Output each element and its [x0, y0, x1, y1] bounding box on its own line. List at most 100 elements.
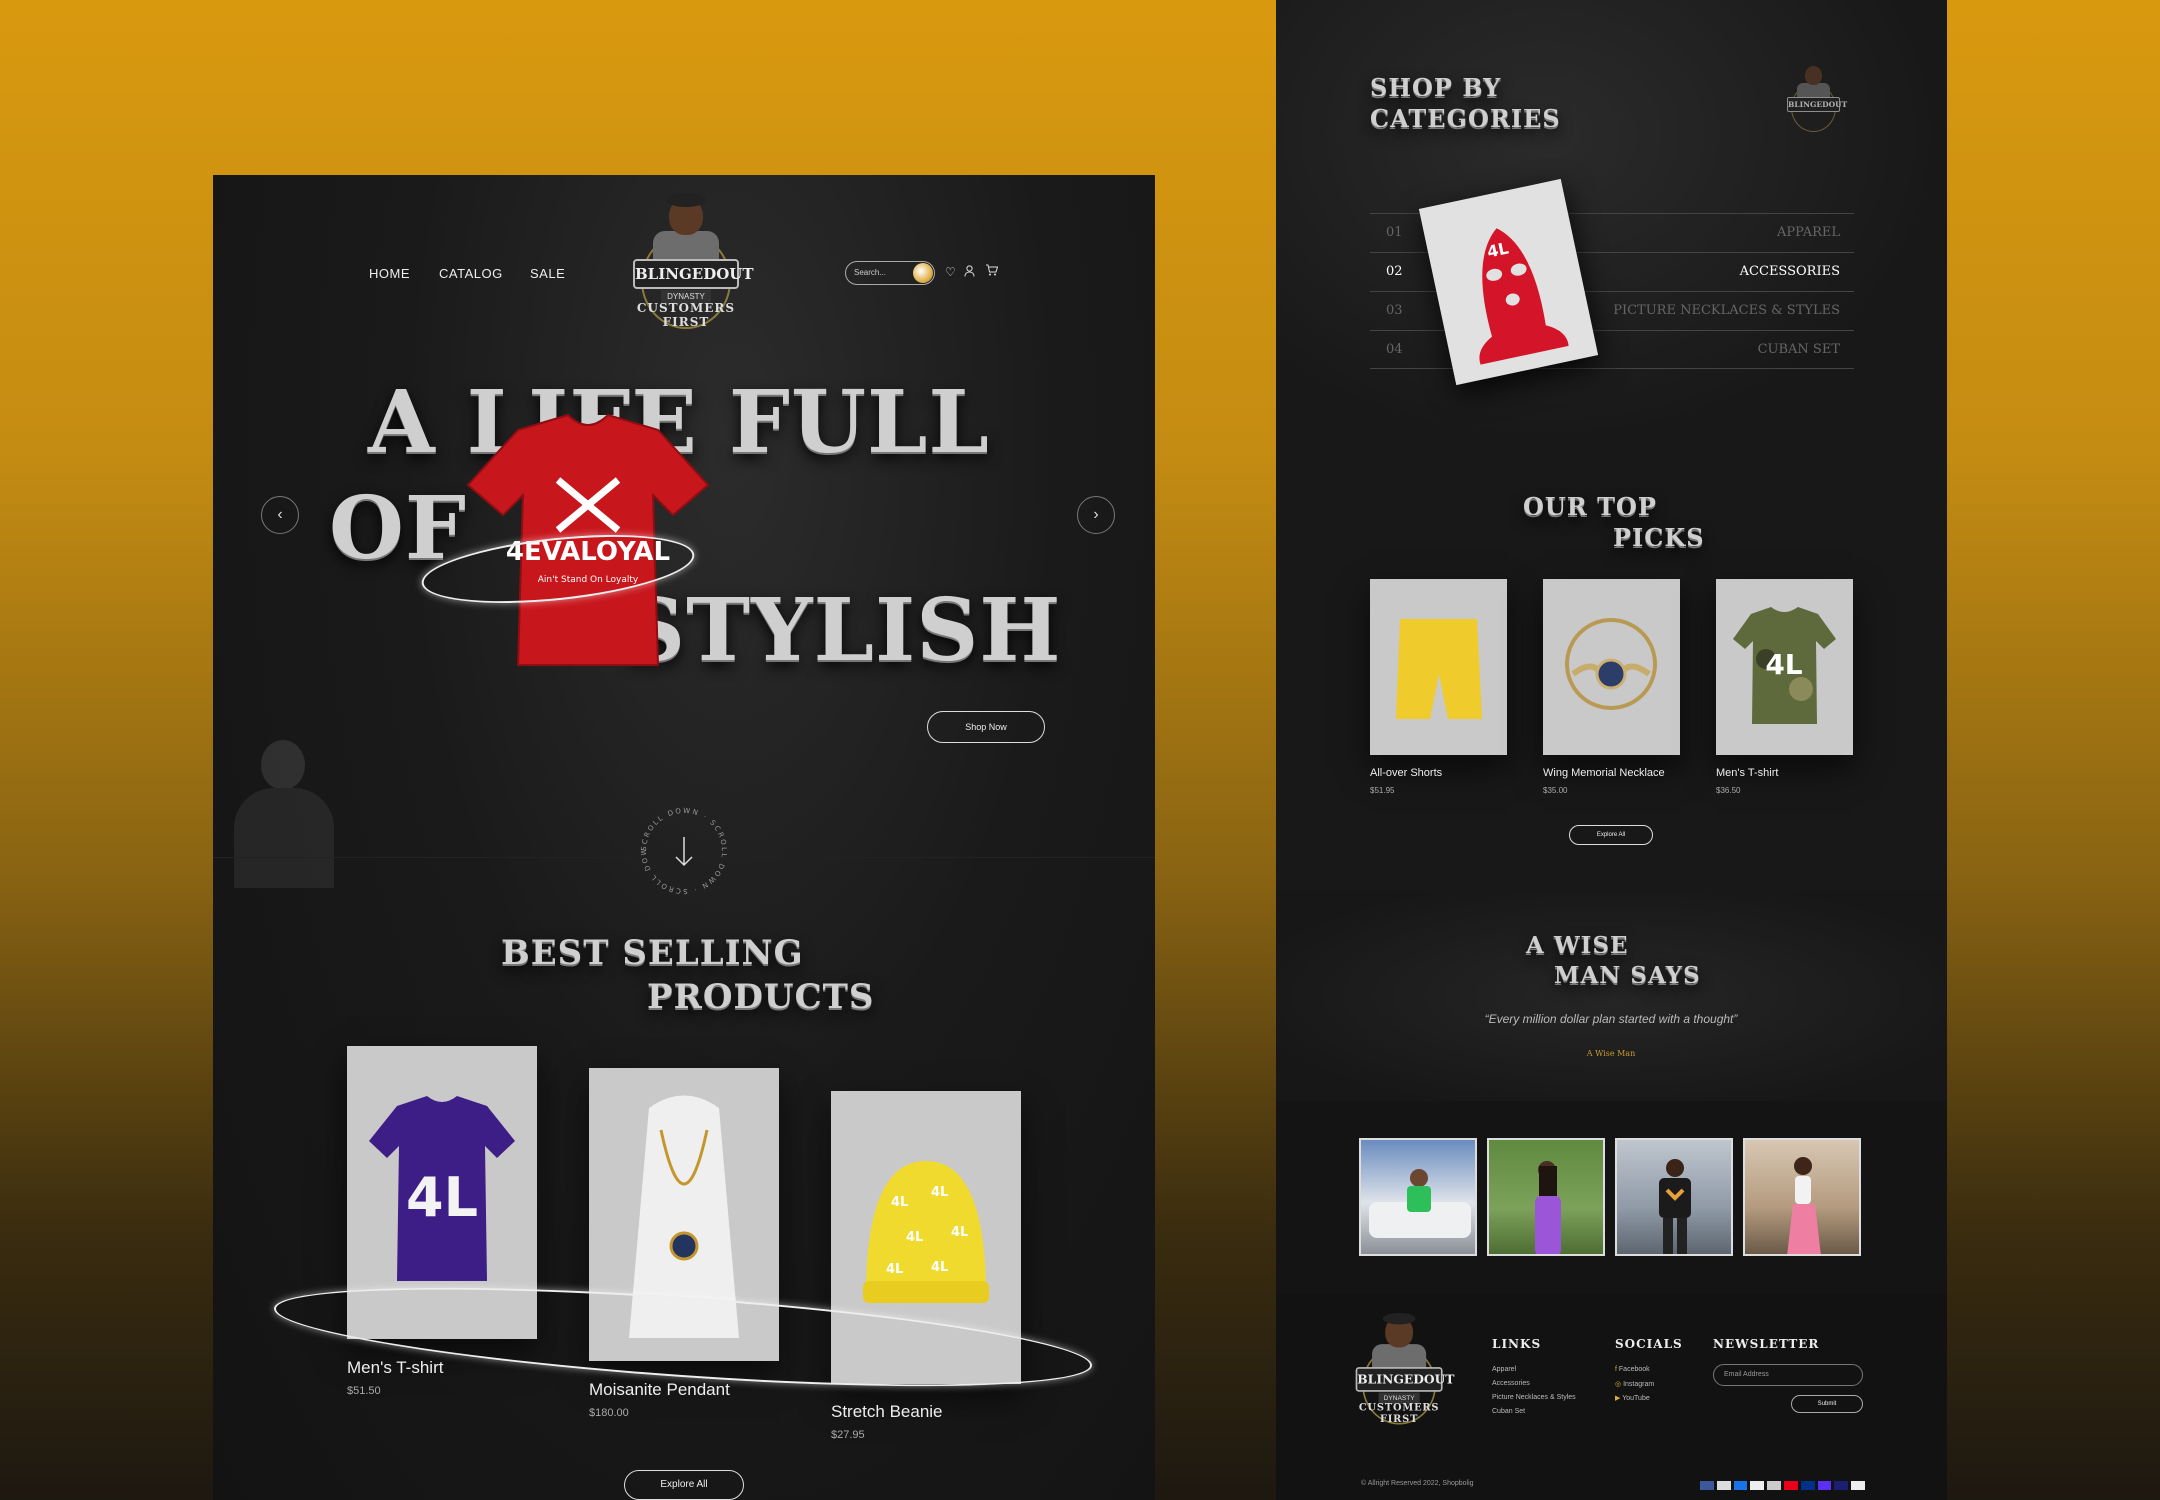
product-price: $51.50 — [347, 1385, 381, 1397]
top-pick-card-image[interactable] — [1543, 579, 1680, 755]
category-label: CUBAN SET — [1757, 342, 1840, 357]
svg-text:4L: 4L — [886, 1262, 903, 1277]
product-name[interactable]: Moisanite Pendant — [589, 1380, 730, 1400]
hero-prev-arrow-icon[interactable]: ‹ — [261, 496, 299, 534]
search-icon[interactable] — [913, 263, 933, 283]
hero-next-arrow-icon[interactable]: › — [1077, 496, 1115, 534]
footer-link-apparel[interactable]: Apparel — [1492, 1366, 1516, 1373]
gallery-photo-woman-purple — [1535, 1161, 1561, 1254]
best-selling-title-line2: PRODUCTS — [647, 977, 875, 1017]
payment-card-icon — [1700, 1481, 1714, 1490]
arrow-down-icon — [675, 837, 693, 867]
payment-card-icon — [1834, 1481, 1849, 1490]
category-number: 04 — [1386, 342, 1403, 357]
cart-icon[interactable] — [985, 264, 999, 279]
product-price: $27.95 — [831, 1429, 865, 1441]
top-pick-name[interactable]: Men's T-shirt — [1716, 767, 1778, 779]
top-pick-card-image[interactable] — [1370, 579, 1507, 755]
top-pick-price: $51.95 — [1370, 786, 1395, 795]
gallery-photo[interactable] — [1743, 1138, 1861, 1256]
background-figure-silhouette — [219, 730, 349, 890]
payment-card-icon — [1716, 1481, 1731, 1490]
newsletter-email-input[interactable]: Email Address — [1713, 1364, 1863, 1386]
category-number: 02 — [1386, 264, 1403, 279]
svg-text:4L: 4L — [931, 1260, 948, 1275]
yellow-shorts-image — [1396, 619, 1482, 719]
category-label: APPAREL — [1777, 225, 1840, 240]
payment-card-icon — [1733, 1481, 1748, 1490]
category-number: 03 — [1386, 303, 1403, 318]
svg-text:4L: 4L — [951, 1225, 968, 1240]
logo-wordmark: BLINGEDOUT — [633, 259, 754, 289]
gallery-photo[interactable] — [1615, 1138, 1733, 1256]
account-user-icon[interactable] — [964, 265, 975, 280]
brand-logo[interactable]: BLINGEDOUT DYNASTY CUSTOMERS FIRST — [631, 193, 754, 333]
product-name[interactable]: Stretch Beanie — [831, 1402, 943, 1422]
svg-text:4L: 4L — [891, 1195, 908, 1210]
shop-now-button[interactable]: Shop Now — [927, 711, 1045, 743]
top-picks-title-line1: OUR TOP — [1523, 492, 1657, 521]
search-input[interactable]: Search... — [845, 261, 935, 285]
logo-wordmark: BLINGEDOUT — [1355, 1367, 1454, 1392]
top-pick-card-image[interactable]: 4L — [1716, 579, 1853, 755]
svg-text:4L: 4L — [1765, 648, 1802, 681]
newsletter-submit-button[interactable]: Submit — [1791, 1395, 1863, 1413]
nav-sale[interactable]: SALE — [530, 266, 565, 281]
brand-logo-small[interactable]: BLINGEDOUT — [1786, 64, 1847, 134]
gallery-photo[interactable] — [1359, 1138, 1477, 1256]
quote-section — [1276, 891, 1947, 1101]
quote-author: A Wise Man — [1586, 1049, 1636, 1058]
footer-socials-title: SOCIALS — [1615, 1337, 1683, 1351]
product-price: $180.00 — [589, 1407, 629, 1419]
top-picks-title-line2: PICKS — [1613, 523, 1705, 552]
product-name[interactable]: Men's T-shirt — [347, 1358, 443, 1378]
category-number: 01 — [1386, 225, 1403, 240]
category-row-cuban-set[interactable]: 04 CUBAN SET — [1370, 330, 1854, 369]
footer-link-accessories[interactable]: Accessories — [1492, 1380, 1530, 1387]
gallery-photo-car — [1369, 1169, 1471, 1238]
instagram-label: Instagram — [1623, 1381, 1655, 1388]
footer-social-facebook[interactable]: f Facebook — [1615, 1366, 1650, 1373]
svg-text:4L: 4L — [931, 1185, 948, 1200]
top-pick-price: $35.00 — [1543, 786, 1568, 795]
logo-hair — [1382, 1313, 1416, 1325]
footer-links-title: LINKS — [1492, 1337, 1542, 1351]
footer-social-instagram[interactable]: ◎ Instagram — [1615, 1380, 1654, 1388]
top-pick-name[interactable]: All-over Shorts — [1370, 767, 1442, 779]
gallery-photo[interactable] — [1487, 1138, 1605, 1256]
wing-necklace-image — [1565, 618, 1657, 710]
logo-wordmark: BLINGEDOUT — [1787, 97, 1847, 112]
logo-hair — [666, 193, 706, 207]
footer-link-picture-necklaces[interactable]: Picture Necklaces & Styles — [1492, 1394, 1576, 1401]
logo-arc-text: CUSTOMERS FIRST — [1358, 1401, 1440, 1425]
quote-title-line2: MAN SAYS — [1554, 962, 1701, 989]
youtube-label: YouTube — [1622, 1395, 1650, 1402]
quote-text: “Every million dollar plan started with … — [1484, 1012, 1738, 1026]
top-pick-name[interactable]: Wing Memorial Necklace — [1543, 767, 1665, 779]
nav-catalog[interactable]: CATALOG — [439, 266, 503, 281]
svg-text:4L: 4L — [906, 1230, 923, 1245]
facebook-icon: f — [1615, 1366, 1617, 1373]
nav-home[interactable]: HOME — [369, 266, 410, 281]
logo-head — [1805, 66, 1822, 85]
svg-text:SCROLL DOWN · SCROLL DOWN · SC: SCROLL DOWN · SCROLL DOWN · SCROLL DOWN … — [636, 803, 728, 895]
facebook-label: Facebook — [1618, 1366, 1650, 1373]
category-label: PICTURE NECKLACES & STYLES — [1613, 303, 1840, 318]
home-page-lower-preview: SHOP BY CATEGORIES BLINGEDOUT 01 APPAREL … — [1276, 0, 1947, 1500]
explore-all-button[interactable]: Explore All — [1569, 825, 1653, 845]
scroll-down-badge[interactable]: SCROLL DOWN · SCROLL DOWN · SCROLL DOWN … — [636, 803, 732, 899]
logo-arc-text: CUSTOMERS FIRST — [636, 301, 736, 329]
home-page-preview: HOME CATALOG SALE BLINGEDOUT DYNASTY CUS… — [213, 175, 1155, 1500]
footer-logo[interactable]: BLINGEDOUT DYNASTY CUSTOMERS FIRST — [1354, 1313, 1454, 1428]
footer-social-youtube[interactable]: ▶ YouTube — [1615, 1394, 1650, 1402]
gallery-photo-woman-pink — [1787, 1157, 1821, 1254]
instagram-icon: ◎ — [1615, 1381, 1622, 1388]
footer-newsletter-title: NEWSLETTER — [1713, 1337, 1820, 1351]
payment-card-icon — [1783, 1481, 1798, 1490]
explore-all-button[interactable]: Explore All — [624, 1470, 744, 1500]
gallery-photo-man-dark — [1659, 1159, 1691, 1254]
footer-link-cuban-set[interactable]: Cuban Set — [1492, 1408, 1525, 1415]
search-placeholder: Search... — [854, 268, 887, 277]
wishlist-heart-icon[interactable]: ♡ — [945, 265, 956, 279]
top-pick-price: $36.50 — [1716, 786, 1741, 795]
